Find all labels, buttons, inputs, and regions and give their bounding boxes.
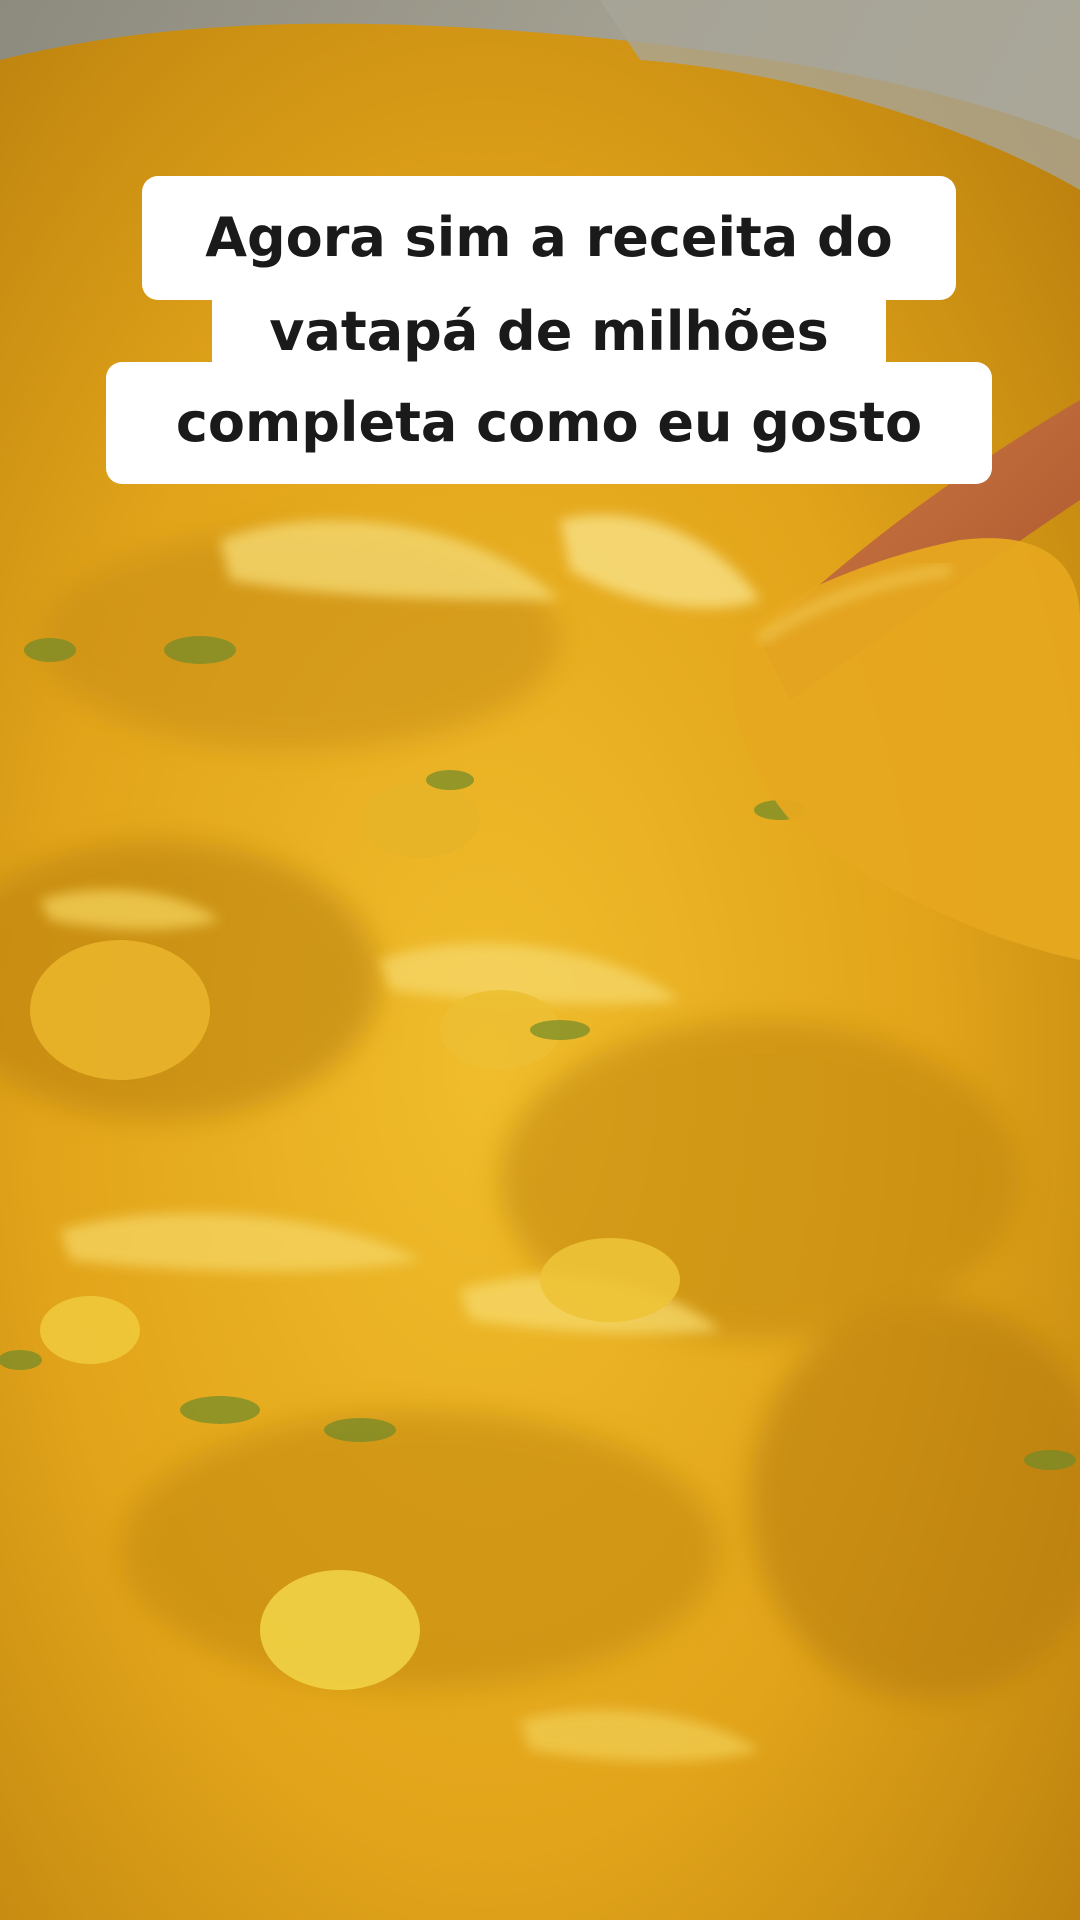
caption-text-2: vatapá de milhões — [269, 300, 829, 363]
caption-text-1: Agora sim a receita do — [205, 206, 893, 269]
caption-line-3: completa como eu gosto — [106, 362, 992, 484]
video-frame: Agora sim a receita do vatapá de milhões… — [0, 0, 1080, 1920]
caption-text-3: completa como eu gosto — [175, 391, 923, 454]
